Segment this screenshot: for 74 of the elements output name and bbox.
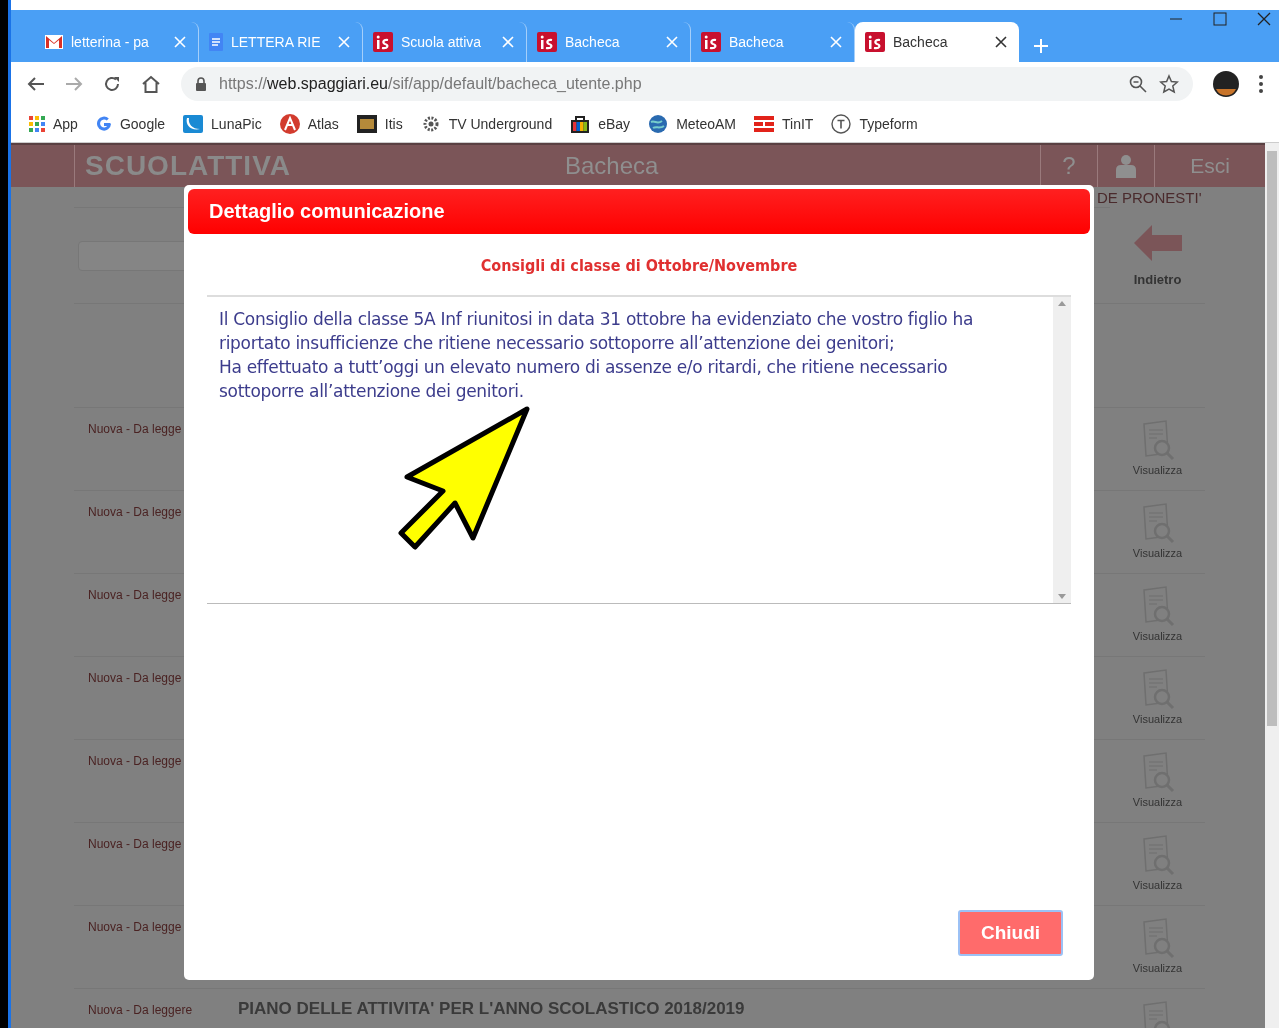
apps-grid-icon <box>29 116 45 132</box>
shopping-bag-icon <box>570 114 591 134</box>
status-label: Nuova - Da legge <box>87 919 183 936</box>
g-letter-icon <box>95 116 112 132</box>
browser-tab[interactable]: letterina - pa <box>35 22 199 62</box>
message-paragraph: Ha effettuato a tutt’oggi un elevato numero di assenze e/o ritardi, che ritiene necessario sottoporre all’attenzione dei genitori. <box>219 356 949 403</box>
home-icon[interactable] <box>141 75 161 93</box>
notice-title: PIANO DELLE ATTIVITA' PER L'ANNO SCOLASTICO 2018/2019 <box>238 998 746 1020</box>
view-label[interactable]: Visualizza <box>1132 962 1183 974</box>
school-logo-icon <box>701 32 721 52</box>
bookmark[interactable]: Itis <box>356 115 403 133</box>
bookmark[interactable]: LunaPic <box>183 115 262 133</box>
bookmark[interactable]: App <box>29 116 78 132</box>
close-icon[interactable] <box>993 36 1009 48</box>
back-label[interactable]: Indietro <box>1133 272 1182 287</box>
close-icon[interactable] <box>1257 12 1271 26</box>
school-logo-icon <box>865 32 885 52</box>
close-button[interactable]: Chiudi <box>958 910 1063 956</box>
bookmark[interactable]: Google <box>95 116 166 132</box>
view-label[interactable]: Visualizza <box>1132 464 1183 476</box>
status-label: Nuova - Da legge <box>87 670 183 687</box>
status-label: Nuova - Da leggere <box>87 1002 194 1019</box>
status-label: Nuova - Da legge <box>87 504 183 521</box>
view-label[interactable]: Visualizza <box>1132 630 1183 642</box>
bookmark[interactable]: TinIT <box>754 115 814 133</box>
browser-tab[interactable]: Bacheca <box>527 22 691 62</box>
browser-tab[interactable]: LETTERA RIE <box>199 22 363 62</box>
globe-icon <box>648 114 669 134</box>
back-arrow-icon[interactable] <box>27 76 45 92</box>
school-logo-icon <box>373 32 393 52</box>
bookmark[interactable]: eBay <box>570 114 631 134</box>
bookmark[interactable]: TV Underground <box>420 115 553 133</box>
letter-a-icon <box>279 114 300 134</box>
moon-icon <box>183 115 204 133</box>
star-icon[interactable] <box>1159 74 1179 94</box>
circled-t-icon <box>831 114 852 134</box>
bookmark[interactable]: MeteoAM <box>648 114 737 134</box>
user-icon[interactable] <box>1115 154 1137 178</box>
square-logo-icon <box>356 115 377 133</box>
lock-icon <box>195 77 207 91</box>
profile-avatar-icon[interactable] <box>1213 71 1239 97</box>
view-label[interactable]: Visualizza <box>1132 547 1183 559</box>
status-label: Nuova - Da legge <box>87 753 183 770</box>
status-label: Nuova - Da legge <box>87 836 183 853</box>
message-subject: Consigli di classe di Ottobre/Novembre <box>480 256 798 275</box>
view-label[interactable]: Visualizza <box>1132 796 1183 808</box>
zoom-out-icon[interactable] <box>1129 75 1147 93</box>
reload-icon[interactable] <box>103 75 121 93</box>
status-label: Nuova - Da legge <box>87 421 183 438</box>
status-label: Nuova - Da legge <box>87 587 183 604</box>
browser-tab[interactable]: Scuola attiva <box>363 22 527 62</box>
new-tab-icon[interactable] <box>1033 38 1049 54</box>
maximize-icon[interactable] <box>1213 12 1227 26</box>
scroll-up-icon[interactable] <box>1058 301 1066 306</box>
view-label[interactable]: Visualizza <box>1132 713 1183 725</box>
menu-icon[interactable] <box>1259 75 1263 93</box>
bookmark[interactable]: Typeform <box>831 114 918 134</box>
url-text: https://web.spaggiari.eu/sif/app/default/bacheca_utente.php <box>219 75 642 93</box>
forward-arrow-icon[interactable] <box>65 76 83 92</box>
dialog-title: Dettaglio comunicazione <box>188 189 1090 234</box>
mail-icon <box>45 35 63 49</box>
browser-tab[interactable]: Bacheca <box>855 22 1019 62</box>
page-scrollbar[interactable] <box>1265 143 1279 1028</box>
user-name: DE PRONESTI' <box>1097 188 1202 208</box>
scroll-down-icon[interactable] <box>1058 594 1066 599</box>
school-logo-icon <box>537 32 557 52</box>
view-label[interactable]: Visualizza <box>1132 879 1183 891</box>
page-title: Bacheca <box>565 152 660 180</box>
stripes-icon <box>754 115 775 133</box>
document-icon <box>209 33 223 51</box>
bookmark[interactable]: Atlas <box>279 114 339 134</box>
browser-tab[interactable]: Bacheca <box>691 22 855 62</box>
address-bar[interactable]: https://web.spaggiari.eu/sif/app/default/bacheca_utente.php <box>181 67 1193 101</box>
message-paragraph: Il Consiglio della classe 5A Inf riunitosi in data 31 ottobre ha evidenziato che vostro figlio ha riportato insufficienze che ritiene necessario sottoporre all’attenzione dei genitori; <box>219 308 975 355</box>
